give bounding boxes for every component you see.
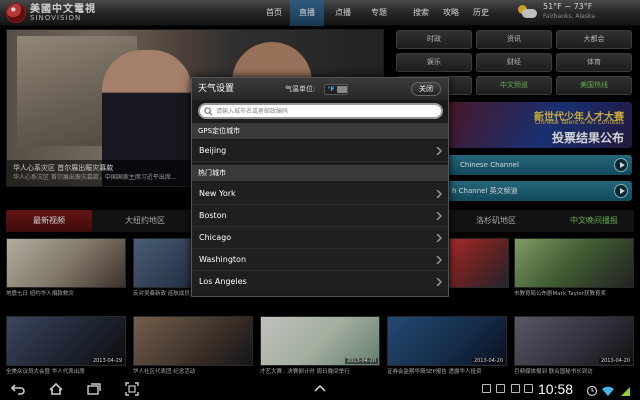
dialog-title: 天气设置 xyxy=(198,84,235,94)
weather-settings-dialog: 天气设置 气温单位: °F 关闭 GPS定位城市 Beijing 热门城市 Ne… xyxy=(191,77,449,297)
city-item-washington[interactable]: Washington xyxy=(192,249,448,271)
back-icon[interactable] xyxy=(10,381,26,397)
city-name: New York xyxy=(199,189,236,198)
dialog-header: 天气设置 气温单位: °F 关闭 xyxy=(192,78,448,100)
city-item-beijing[interactable]: Beijing xyxy=(192,140,448,162)
system-navigation-bar: 10:58 xyxy=(0,378,640,400)
image-notification-icon xyxy=(496,384,505,393)
temperature-unit-toggle[interactable]: °F xyxy=(324,84,348,95)
media-notification-icon xyxy=(524,384,533,393)
city-item-boston[interactable]: Boston xyxy=(192,205,448,227)
battery-icon xyxy=(621,387,630,396)
temperature-unit-label: 气温单位: xyxy=(285,85,316,93)
city-item-new-york[interactable]: New York xyxy=(192,183,448,205)
gps-section-header: GPS定位城市 xyxy=(192,123,448,139)
chevron-right-icon xyxy=(436,147,442,155)
recent-apps-icon[interactable] xyxy=(86,381,102,397)
city-name: Chicago xyxy=(199,233,232,242)
chevron-up-icon[interactable] xyxy=(312,381,328,397)
screenshot-icon[interactable] xyxy=(124,381,140,397)
search-icon xyxy=(204,107,213,116)
chevron-right-icon xyxy=(436,212,442,220)
chevron-right-icon xyxy=(436,278,442,286)
chevron-right-icon xyxy=(436,256,442,264)
alarm-icon xyxy=(586,385,598,397)
fahrenheit-option[interactable]: °F xyxy=(326,86,336,93)
clock[interactable]: 10:58 xyxy=(538,378,573,400)
city-search-box[interactable] xyxy=(198,103,443,119)
chevron-right-icon xyxy=(436,190,442,198)
city-name: Washington xyxy=(199,255,247,264)
usb-notification-icon xyxy=(511,384,520,393)
city-item-chicago[interactable]: Chicago xyxy=(192,227,448,249)
city-item-los-angeles[interactable]: Los Angeles xyxy=(192,271,448,293)
city-search-input[interactable] xyxy=(216,105,438,117)
city-name: Boston xyxy=(199,211,227,220)
gallery-notification-icon xyxy=(482,384,491,393)
hot-cities-section-header: 热门城市 xyxy=(192,165,448,181)
city-name: Beijing xyxy=(199,146,227,155)
wifi-icon xyxy=(602,386,614,396)
close-button[interactable]: 关闭 xyxy=(411,82,441,96)
city-name: Los Angeles xyxy=(199,277,247,286)
toggle-knob[interactable] xyxy=(337,86,347,93)
chevron-right-icon xyxy=(436,234,442,242)
home-icon[interactable] xyxy=(48,381,64,397)
